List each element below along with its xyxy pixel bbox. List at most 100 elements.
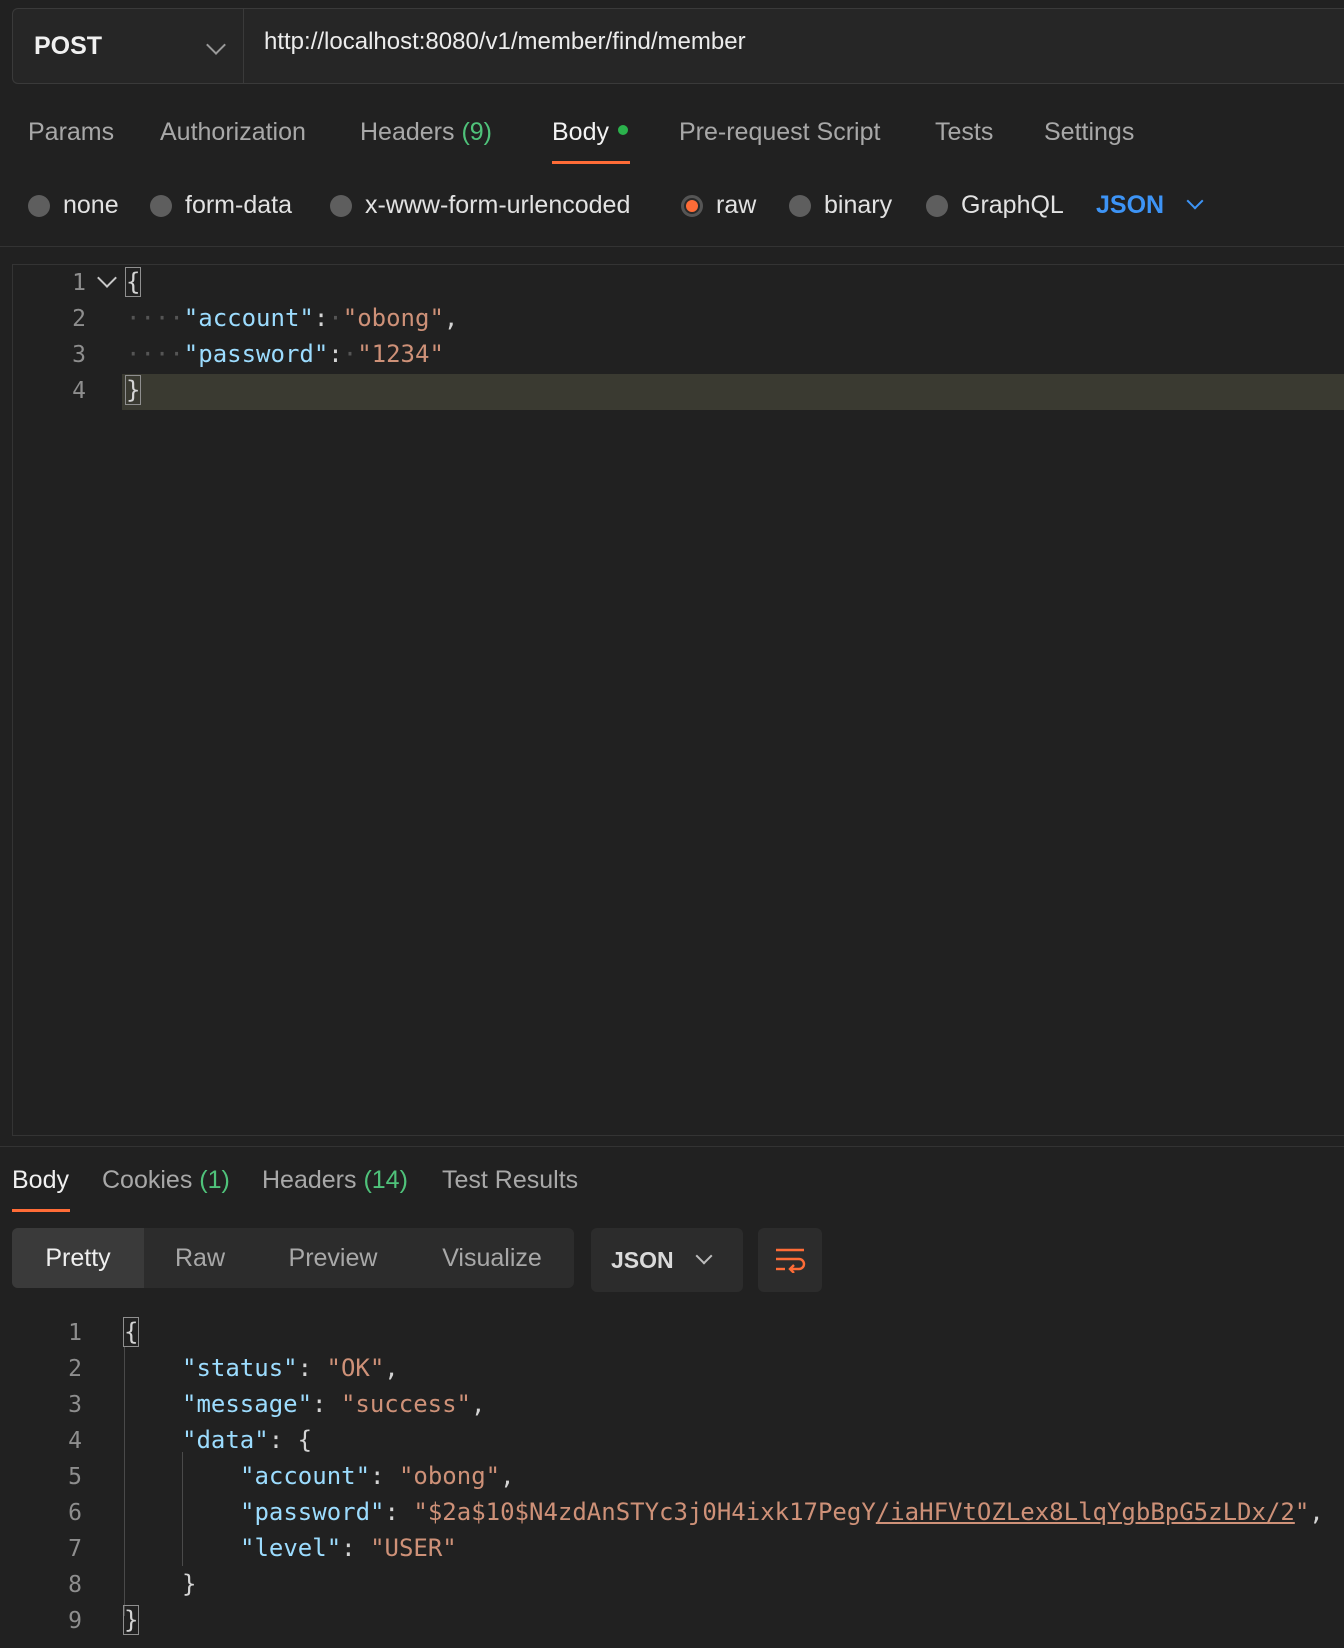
mode-pretty[interactable]: Pretty [12, 1228, 144, 1288]
tab-body[interactable]: Body [552, 118, 628, 147]
url-input[interactable]: http://localhost:8080/v1/member/find/mem… [264, 28, 746, 56]
active-tab-indicator [552, 161, 630, 164]
line-number: 9 [68, 1608, 82, 1634]
body-format-select[interactable]: JSON [1096, 191, 1164, 220]
method-select[interactable]: POST [12, 8, 244, 84]
json-brace: { [124, 267, 142, 297]
line-number: 5 [68, 1464, 82, 1490]
radio-graphql[interactable]: GraphQL [926, 191, 1064, 220]
json-value: "success" [340, 1390, 471, 1418]
json-brace: } [182, 1570, 197, 1598]
tab-count: (1) [199, 1166, 230, 1194]
json-comma: , [443, 304, 459, 332]
code-line: "password": "$2a$10$N4zdAnSTYc3j0H4ixk17… [240, 1498, 1324, 1526]
radio-x-www-form-urlencoded[interactable]: x-www-form-urlencoded [330, 191, 630, 220]
code-line: } [182, 1570, 196, 1598]
tab-authorization[interactable]: Authorization [160, 118, 306, 147]
modified-dot-icon [617, 125, 628, 136]
code-line: "level": "USER" [240, 1534, 457, 1562]
json-key: "level" [240, 1534, 342, 1562]
json-key: "data" [182, 1426, 269, 1454]
wrap-lines-button[interactable] [758, 1228, 822, 1292]
line-number: 4 [72, 378, 86, 404]
code-line: { [122, 1317, 140, 1347]
line-number: 7 [68, 1536, 82, 1562]
response-tab-headers[interactable]: Headers (14) [262, 1166, 408, 1195]
tab-headers[interactable]: Headers (9) [360, 118, 492, 147]
tab-params[interactable]: Params [28, 118, 114, 147]
tab-label: Headers [360, 118, 455, 146]
json-key: "message" [182, 1390, 313, 1418]
radio-circle-icon [789, 194, 811, 217]
tab-label: Settings [1044, 118, 1135, 146]
json-colon: : [370, 1462, 399, 1490]
radio-label: GraphQL [961, 191, 1064, 219]
tab-label: Pre-request Script [679, 118, 881, 146]
radio-selected-icon [681, 194, 703, 217]
wrap-lines-icon [776, 1248, 806, 1273]
radio-label: raw [716, 191, 757, 219]
json-colon: : [312, 1390, 341, 1418]
tab-label: Test Results [442, 1166, 579, 1194]
code-line: "data": { [182, 1426, 312, 1454]
response-tab-test-results[interactable]: Test Results [442, 1166, 578, 1195]
json-colon: : { [268, 1426, 313, 1454]
response-tab-body[interactable]: Body [12, 1166, 69, 1195]
json-comma: , [1309, 1498, 1324, 1526]
json-value: "obong" [342, 304, 444, 332]
tab-pre-request-script[interactable]: Pre-request Script [679, 118, 880, 147]
json-value: "obong" [398, 1462, 501, 1490]
mode-visualize[interactable]: Visualize [410, 1228, 574, 1288]
active-tab-indicator [12, 1209, 70, 1212]
line-number: 3 [72, 342, 86, 368]
response-format-select[interactable]: JSON [591, 1228, 743, 1292]
line-number: 3 [68, 1392, 82, 1418]
tab-label: Cookies [102, 1166, 193, 1194]
radio-circle-icon [926, 194, 948, 217]
radio-circle-icon [28, 194, 50, 217]
json-colon: : [313, 304, 329, 332]
json-value: "1234" [357, 340, 444, 368]
response-tab-cookies[interactable]: Cookies (1) [102, 1166, 230, 1195]
json-comma: , [384, 1354, 399, 1382]
divider [0, 1146, 1344, 1147]
line-number: 8 [68, 1572, 82, 1598]
json-brace: { [122, 1317, 140, 1347]
radio-circle-icon [330, 194, 352, 217]
whitespace-dots: · [328, 304, 343, 332]
json-key: "account" [240, 1462, 371, 1490]
line-number: 6 [68, 1500, 82, 1526]
radio-label: none [63, 191, 119, 219]
json-key: "password" [240, 1498, 385, 1526]
json-colon: : [341, 1534, 371, 1562]
json-key: "status" [182, 1354, 298, 1382]
json-value: "OK" [326, 1354, 385, 1382]
chevron-down-icon[interactable] [1186, 192, 1204, 210]
chevron-down-icon [206, 35, 226, 55]
radio-binary[interactable]: binary [789, 191, 892, 220]
tab-tests[interactable]: Tests [935, 118, 993, 147]
json-key: "password" [183, 340, 329, 368]
divider [0, 246, 1344, 247]
json-key: "account" [183, 304, 314, 332]
json-value-link[interactable]: /iaHFVtOZLex8LlqYgbBpG5zLDx/2 [876, 1498, 1295, 1526]
mode-raw[interactable]: Raw [144, 1228, 256, 1288]
json-value: "USER" [370, 1534, 457, 1562]
tab-label: Body [12, 1166, 69, 1194]
radio-circle-icon [150, 194, 172, 217]
radio-raw[interactable]: raw [681, 191, 756, 220]
radio-none[interactable]: none [28, 191, 119, 220]
json-comma: , [500, 1462, 515, 1490]
code-line: "account": "obong", [240, 1462, 515, 1490]
code-line: { [124, 267, 142, 297]
radio-label: form-data [185, 191, 292, 219]
radio-form-data[interactable]: form-data [150, 191, 292, 220]
line-number: 2 [68, 1356, 82, 1382]
tab-count: (9) [461, 118, 493, 146]
tab-settings[interactable]: Settings [1044, 118, 1134, 147]
mode-preview[interactable]: Preview [266, 1228, 400, 1288]
json-colon: : [297, 1354, 327, 1382]
line-number: 1 [72, 270, 86, 296]
json-value: "$2a$10$N4zdAnSTYc3j0H4ixk17PegY [413, 1498, 876, 1526]
method-label: POST [34, 31, 103, 60]
